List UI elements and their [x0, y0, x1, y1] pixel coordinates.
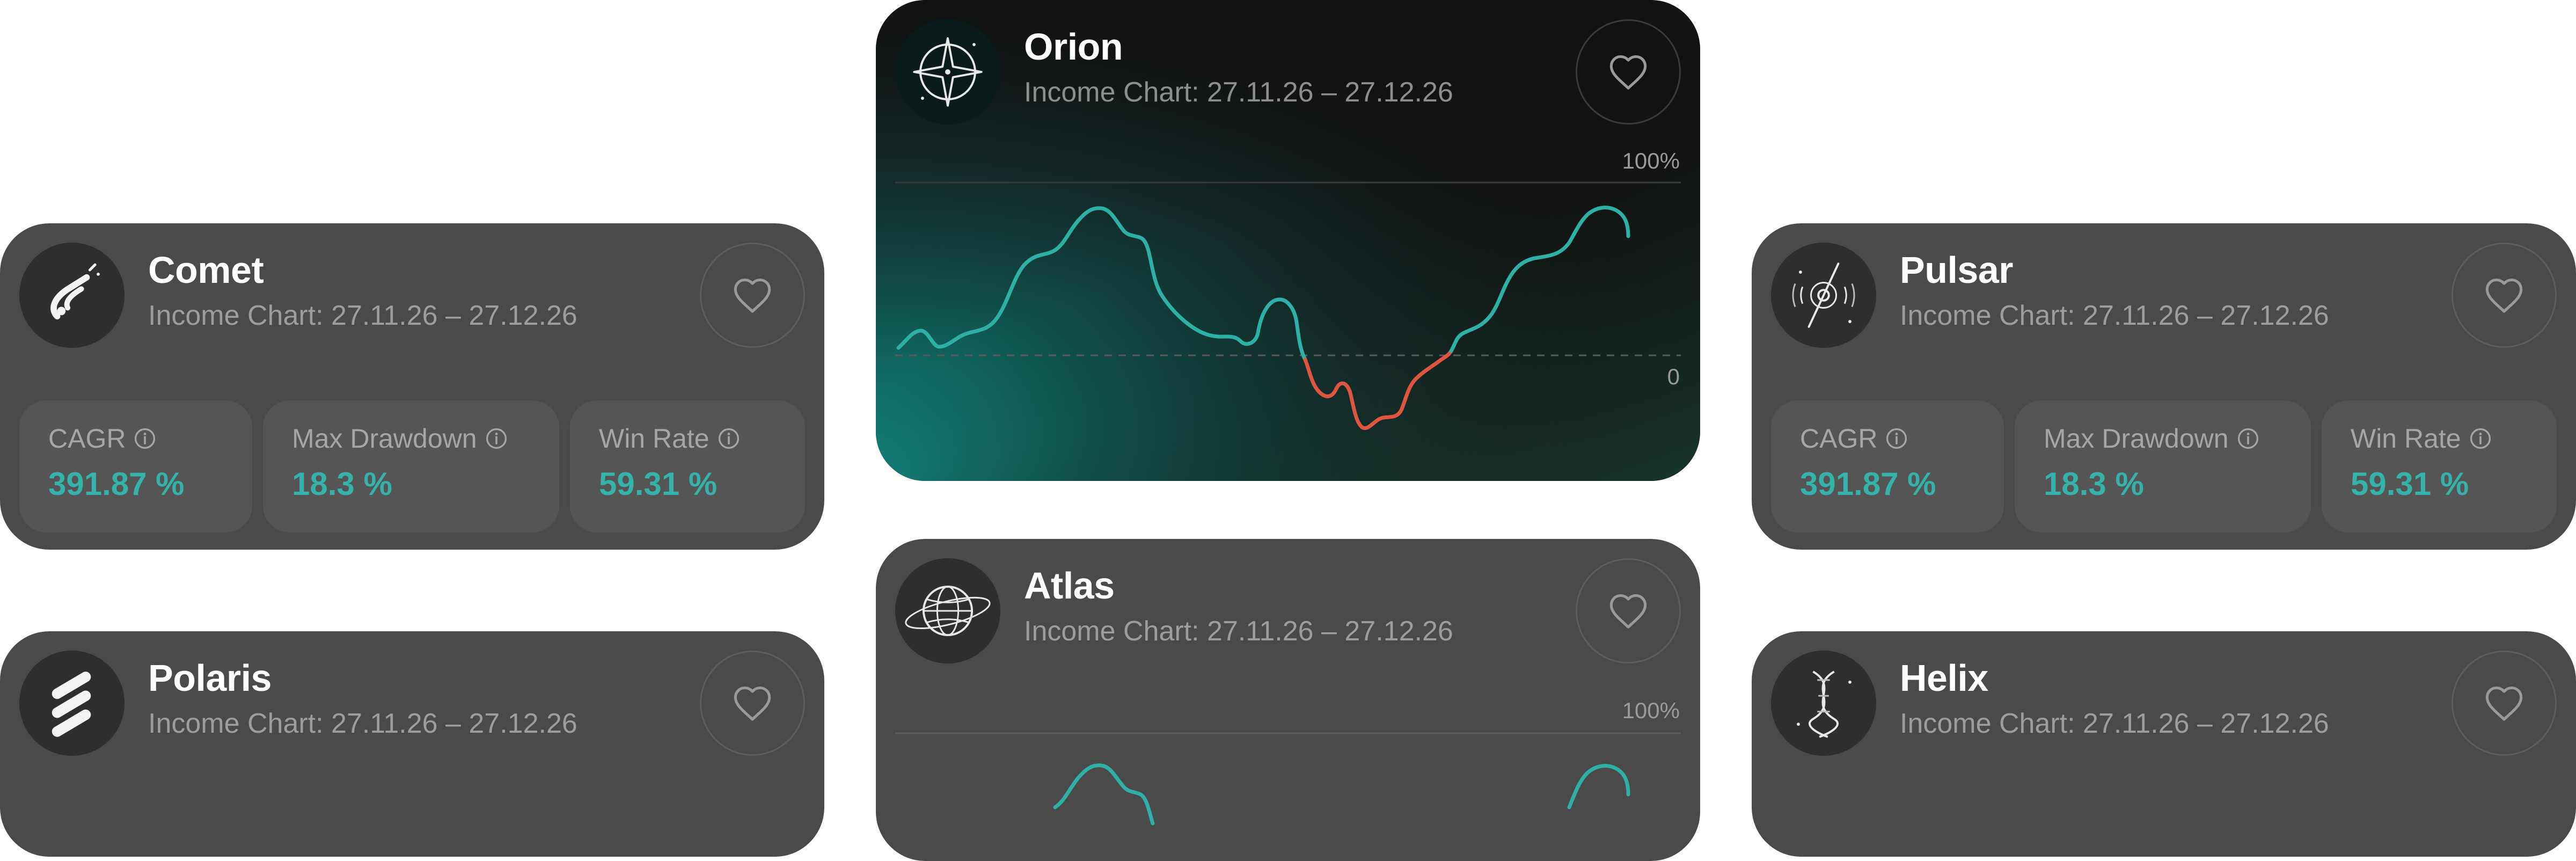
stat-cagr: CAGR 391.87 % — [1771, 400, 2004, 532]
stat-max-drawdown: Max Drawdown 18.3 % — [263, 400, 559, 532]
stat-label: Win Rate — [2351, 424, 2461, 454]
strategy-name: Polaris — [148, 657, 272, 699]
income-chart: 100% — [895, 698, 1681, 826]
income-chart-range: Income Chart: 27.11.26 – 27.12.26 — [1024, 77, 1453, 108]
income-chart-range: Income Chart: 27.11.26 – 27.12.26 — [148, 708, 577, 739]
pulsar-icon — [1771, 243, 1876, 348]
income-chart-range: Income Chart: 27.11.26 – 27.12.26 — [1900, 708, 2329, 739]
comet-icon — [19, 243, 125, 348]
strategy-card-comet[interactable]: Comet Income Chart: 27.11.26 – 27.12.26 … — [0, 223, 824, 550]
income-line-end — [1567, 764, 1630, 809]
income-chart-range: Income Chart: 27.11.26 – 27.12.26 — [148, 300, 577, 331]
strategy-card-helix[interactable]: Helix Income Chart: 27.11.26 – 27.12.26 — [1752, 631, 2576, 857]
strategy-name: Comet — [148, 249, 264, 291]
stat-label: CAGR — [1800, 424, 1878, 454]
income-chart-range: Income Chart: 27.11.26 – 27.12.26 — [1900, 300, 2329, 331]
stat-label: Win Rate — [599, 424, 709, 454]
globe-icon — [895, 558, 1000, 663]
stat-cagr: CAGR 391.87 % — [19, 400, 252, 532]
stat-value: 391.87 % — [48, 466, 185, 502]
stats-row: CAGR 391.87 % Max Drawdown 18.3 % Win Ra… — [19, 400, 805, 532]
stat-win-rate: Win Rate 59.31 % — [2322, 400, 2557, 532]
stat-value: 18.3 % — [2044, 466, 2144, 502]
favorite-button[interactable] — [2451, 651, 2557, 756]
heart-icon — [732, 276, 773, 314]
favorite-button[interactable] — [700, 651, 805, 756]
dna-helix-icon — [1771, 651, 1876, 756]
stat-value: 18.3 % — [292, 466, 392, 502]
stat-max-drawdown: Max Drawdown 18.3 % — [2015, 400, 2311, 532]
stat-label: Max Drawdown — [292, 424, 477, 454]
strategy-card-pulsar[interactable]: Pulsar Income Chart: 27.11.26 – 27.12.26… — [1752, 223, 2576, 550]
heart-icon — [2484, 276, 2524, 314]
stat-label: CAGR — [48, 424, 126, 454]
compass-star-icon — [895, 19, 1000, 125]
income-line — [1053, 763, 1155, 826]
income-chart-range: Income Chart: 27.11.26 – 27.12.26 — [1024, 616, 1453, 647]
strategy-name: Helix — [1900, 657, 1988, 699]
heart-icon — [1608, 53, 1649, 91]
stat-value: 391.87 % — [1800, 466, 1936, 502]
info-icon[interactable] — [717, 427, 741, 450]
strategy-name: Pulsar — [1900, 249, 2014, 291]
stats-row: CAGR 391.87 % Max Drawdown 18.3 % Win Ra… — [1771, 400, 2557, 532]
info-icon[interactable] — [133, 427, 157, 450]
favorite-button[interactable] — [700, 243, 805, 348]
info-icon[interactable] — [485, 427, 508, 450]
strategy-card-polaris[interactable]: Polaris Income Chart: 27.11.26 – 27.12.2… — [0, 631, 824, 857]
chart-top-label: 100% — [1622, 698, 1680, 723]
strategy-name: Atlas — [1024, 565, 1115, 607]
chart-top-label: 100% — [1622, 148, 1680, 173]
chart-zero-label: 0 — [1667, 364, 1680, 389]
stat-label: Max Drawdown — [2044, 424, 2229, 454]
info-icon[interactable] — [2469, 427, 2492, 450]
favorite-button[interactable] — [2451, 243, 2557, 348]
heart-icon — [2484, 684, 2524, 722]
favorite-button[interactable] — [1576, 558, 1681, 663]
favorite-button[interactable] — [1576, 19, 1681, 125]
strategy-card-orion[interactable]: 100% 0 Orion Income Chart: 27.11.26 – 27… — [876, 0, 1700, 481]
strategy-card-atlas[interactable]: 100% Atlas Income Chart: 27.11.26 – 27.1… — [876, 539, 1700, 861]
heart-icon — [1608, 592, 1649, 630]
info-icon[interactable] — [2236, 427, 2260, 450]
heart-icon — [732, 684, 773, 722]
stat-value: 59.31 % — [2351, 466, 2469, 502]
info-icon[interactable] — [1885, 427, 1908, 450]
polaris-stripes-icon — [19, 651, 125, 756]
stat-win-rate: Win Rate 59.31 % — [570, 400, 805, 532]
stat-value: 59.31 % — [599, 466, 718, 502]
strategy-name: Orion — [1024, 26, 1123, 68]
